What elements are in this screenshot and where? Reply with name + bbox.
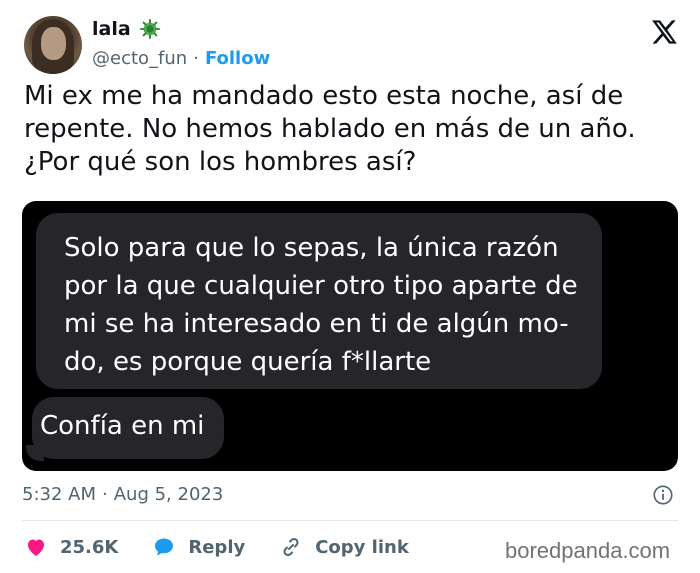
message-line: por la que cualquier otro tipo aparte de xyxy=(64,271,578,301)
tweet-timestamp[interactable]: 5:32 AM · Aug 5, 2023 xyxy=(22,484,223,505)
avatar-face xyxy=(41,27,66,60)
info-icon[interactable] xyxy=(652,484,674,506)
message-bubble: Confía en mi xyxy=(32,397,224,459)
author-name-row: lala xyxy=(92,18,161,40)
timestamp-separator: · xyxy=(102,484,108,505)
virus-badge-icon xyxy=(139,18,160,40)
message-line: Confía en mi xyxy=(40,411,205,441)
message-line: do, es porque quería f*llarte xyxy=(64,347,432,377)
reply-bubble-icon xyxy=(155,538,174,556)
reply-label: Reply xyxy=(188,536,246,558)
x-logo-icon[interactable] xyxy=(650,18,678,46)
like-count: 25.6K xyxy=(60,536,119,558)
author-handle[interactable]: @ecto_fun xyxy=(92,48,187,69)
tweet-text-line: Mi ex me ha mandado esto esta noche, así… xyxy=(24,81,624,111)
link-icon xyxy=(283,537,299,557)
copy-link-button[interactable]: Copy link xyxy=(279,535,409,559)
reply-button[interactable]: Reply xyxy=(152,535,245,559)
message-line: Solo para que lo sepas, la única razón xyxy=(64,233,559,263)
copy-link-label: Copy link xyxy=(315,536,409,558)
tweet-media-image[interactable]: Solo para que lo sepas, la única razón p… xyxy=(22,201,678,471)
heart-icon xyxy=(28,539,44,556)
author-name[interactable]: lala xyxy=(92,18,131,40)
tweet-text-line: ¿Por qué son los hombres así? xyxy=(24,147,417,177)
handle-separator: · xyxy=(193,48,199,69)
message-line: mi se ha interesado en ti de algún mo- xyxy=(64,309,569,339)
avatar[interactable] xyxy=(24,16,82,74)
tweet-date: Aug 5, 2023 xyxy=(113,484,224,505)
watermark: boredpanda.com xyxy=(505,538,671,563)
follow-button[interactable]: Follow xyxy=(205,48,270,69)
author-handle-row: @ecto_fun · Follow xyxy=(92,48,270,69)
message-bubble: Solo para que lo sepas, la única razón p… xyxy=(36,213,602,389)
tweet-text-line: repente. No hemos hablado en más de un a… xyxy=(24,114,636,144)
tweet-time: 5:32 AM xyxy=(22,484,96,505)
divider xyxy=(22,520,678,521)
like-button[interactable]: 25.6K xyxy=(24,535,118,559)
tweet-actions: 25.6K Reply Copy link xyxy=(24,535,443,559)
tweet-text: Mi ex me ha mandado esto esta noche, así… xyxy=(24,80,674,179)
